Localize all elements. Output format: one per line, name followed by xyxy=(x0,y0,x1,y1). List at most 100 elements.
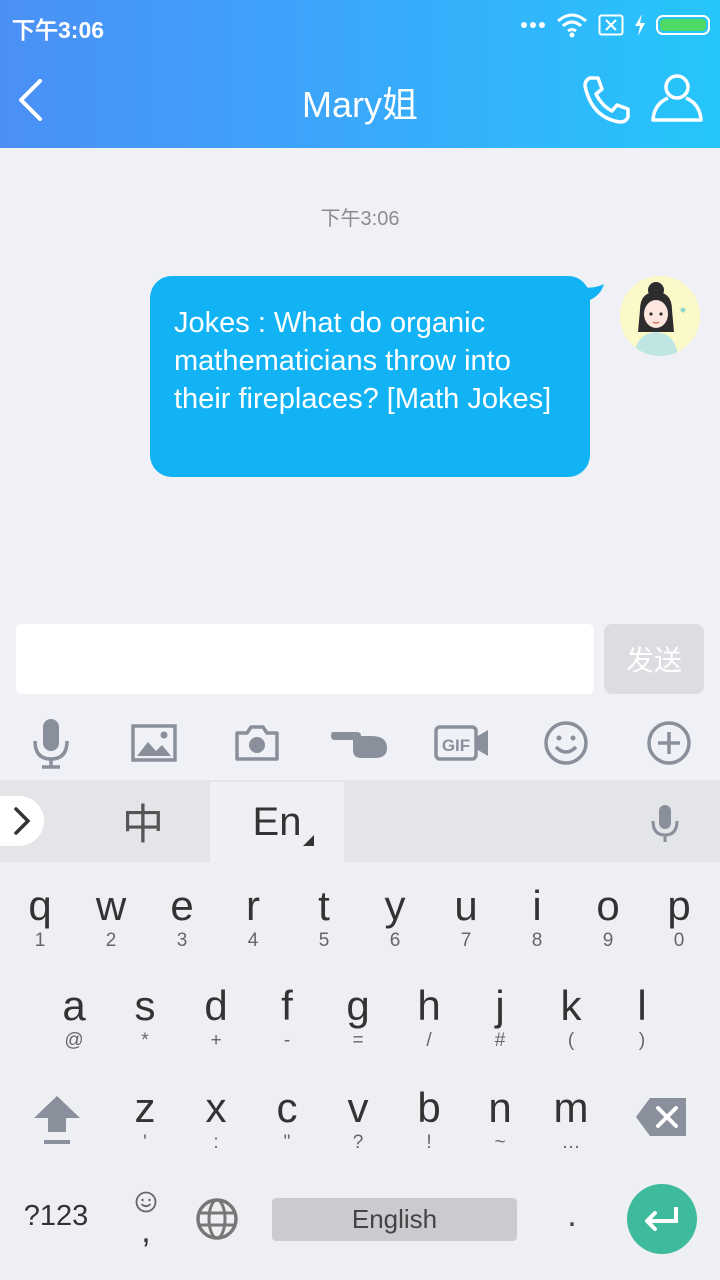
language-switch-key[interactable] xyxy=(194,1196,240,1242)
key-letter: y xyxy=(384,882,406,929)
key-e[interactable]: e3 xyxy=(147,882,217,962)
camera-button[interactable] xyxy=(227,712,287,774)
space-key[interactable]: English xyxy=(272,1198,517,1241)
key-secondary: = xyxy=(352,1030,364,1051)
keyboard-expand-button[interactable] xyxy=(0,796,44,846)
key-x[interactable]: x: xyxy=(181,1084,251,1164)
message-bubble[interactable]: Jokes : What do organic mathematicians t… xyxy=(150,276,590,477)
key-secondary: 2 xyxy=(105,930,117,951)
key-q[interactable]: q1 xyxy=(5,882,75,962)
plus-icon xyxy=(647,721,691,765)
key-m[interactable]: m… xyxy=(536,1084,606,1164)
key-c[interactable]: c " xyxy=(252,1084,322,1164)
key-letter: h xyxy=(417,982,441,1029)
key-n[interactable]: n ~ xyxy=(465,1084,535,1164)
key-letter: z xyxy=(134,1084,156,1131)
key-letter: f xyxy=(281,982,293,1029)
key-secondary: 1 xyxy=(34,930,46,951)
shift-key[interactable] xyxy=(28,1092,86,1148)
avatar[interactable] xyxy=(620,276,700,356)
emoji-button[interactable] xyxy=(536,712,596,774)
lang-english-key[interactable]: En xyxy=(210,782,344,862)
key-secondary: 6 xyxy=(389,930,401,951)
key-letter: q xyxy=(28,882,52,929)
bubble-tail xyxy=(578,284,604,302)
enter-key[interactable] xyxy=(627,1184,697,1254)
key-secondary: 4 xyxy=(247,930,259,951)
key-j[interactable]: j # xyxy=(465,982,535,1062)
keyboard-candidate-bar: 中 En xyxy=(0,780,720,862)
key-secondary: 7 xyxy=(460,930,472,951)
key-d[interactable]: d + xyxy=(181,982,251,1062)
person-icon xyxy=(651,74,703,122)
gif-button[interactable]: GIF xyxy=(432,712,492,774)
delete-key[interactable] xyxy=(634,1094,690,1140)
key-letter: l xyxy=(637,982,647,1029)
corner-triangle-icon xyxy=(303,835,314,846)
more-button[interactable] xyxy=(639,712,699,774)
key-letter: k xyxy=(560,982,582,1029)
key-letter: v xyxy=(347,1084,369,1131)
key-secondary: ? xyxy=(352,1132,364,1153)
gif-icon: GIF xyxy=(434,725,488,761)
key-u[interactable]: u7 xyxy=(431,882,501,962)
key-b[interactable]: b! xyxy=(394,1084,464,1164)
key-letter: t xyxy=(318,882,330,929)
key-i[interactable]: i8 xyxy=(502,882,572,962)
send-button[interactable]: 发送 xyxy=(604,624,704,694)
key-h[interactable]: h / xyxy=(394,982,464,1062)
key-f[interactable]: f- xyxy=(252,982,322,1062)
key-secondary: " xyxy=(283,1132,291,1153)
more-dots-icon xyxy=(521,22,545,28)
key-secondary: 0 xyxy=(673,930,685,951)
key-y[interactable]: y6 xyxy=(360,882,430,962)
symbols-key[interactable]: ?123 xyxy=(14,1200,98,1240)
emoji-comma-key[interactable]: , xyxy=(126,1190,166,1260)
microphone-icon xyxy=(651,805,679,842)
key-secondary: ! xyxy=(426,1132,432,1153)
no-sim-icon xyxy=(598,14,624,36)
key-letter: s xyxy=(134,982,156,1029)
svg-text:GIF: GIF xyxy=(442,736,470,755)
key-z[interactable]: z ' xyxy=(110,1084,180,1164)
call-button[interactable] xyxy=(578,72,634,128)
image-button[interactable] xyxy=(124,712,184,774)
key-p[interactable]: p0 xyxy=(644,882,714,962)
key-v[interactable]: v? xyxy=(323,1084,393,1164)
shift-arrow-icon xyxy=(34,1096,80,1144)
key-secondary: # xyxy=(494,1030,506,1051)
key-letter: d xyxy=(204,982,228,1029)
key-t[interactable]: t5 xyxy=(289,882,359,962)
profile-button[interactable] xyxy=(648,70,706,128)
key-letter: m xyxy=(553,1084,589,1131)
battery-icon xyxy=(656,15,710,35)
voice-button[interactable] xyxy=(21,712,81,774)
key-w[interactable]: w2 xyxy=(76,882,146,962)
image-icon xyxy=(131,724,177,762)
key-letter: n xyxy=(488,1084,512,1131)
key-a[interactable]: a @ xyxy=(39,982,109,1062)
key-letter: x xyxy=(205,1084,227,1131)
key-o[interactable]: o9 xyxy=(573,882,643,962)
charging-icon xyxy=(635,14,645,36)
message-input[interactable] xyxy=(16,624,594,694)
poke-button[interactable] xyxy=(330,712,390,774)
key-letter: i xyxy=(532,882,542,929)
key-r[interactable]: r4 xyxy=(218,882,288,962)
poke-hand-icon xyxy=(331,732,387,758)
key-k[interactable]: k( xyxy=(536,982,606,1062)
period-key[interactable]: . xyxy=(552,1196,592,1242)
key-letter: p xyxy=(667,882,691,929)
key-letter: j xyxy=(495,982,505,1029)
key-secondary: ' xyxy=(143,1132,147,1153)
phone-icon xyxy=(583,76,630,124)
key-g[interactable]: g = xyxy=(323,982,393,1062)
message-timestamp: 下午3:06 xyxy=(320,208,400,230)
keyboard-voice-button[interactable] xyxy=(642,800,688,846)
lang-chinese-key[interactable]: 中 xyxy=(80,780,206,862)
chat-header: 下午3:06 Mary姐 xyxy=(0,0,720,148)
key-l[interactable]: l) xyxy=(607,982,677,1062)
key-s[interactable]: s * xyxy=(110,982,180,1062)
key-secondary: ) xyxy=(638,1030,646,1051)
key-secondary: ( xyxy=(567,1030,575,1051)
